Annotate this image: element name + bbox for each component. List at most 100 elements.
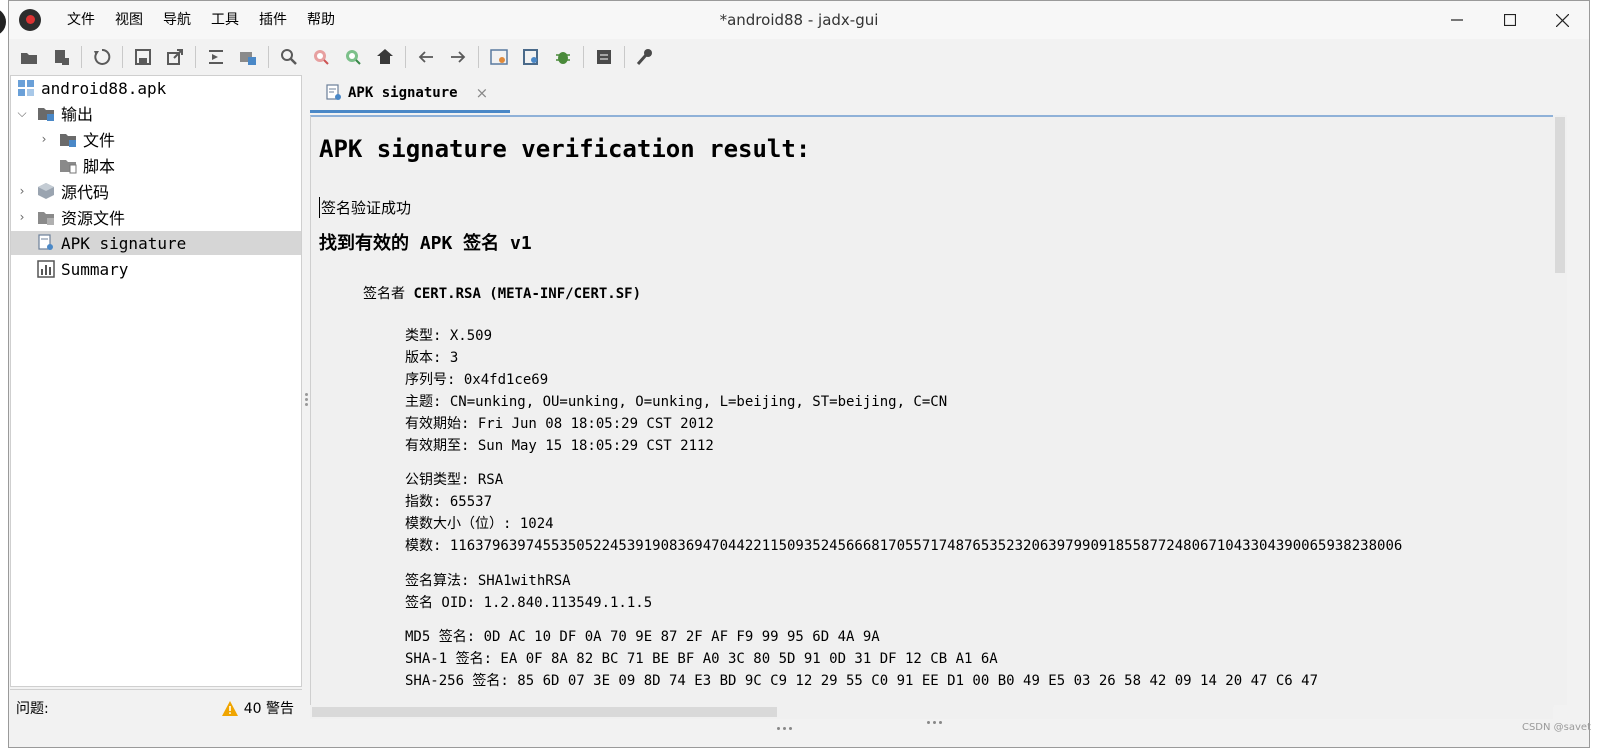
deobfuscation-button[interactable] [485, 43, 513, 71]
tree-item-summary[interactable]: Summary [11, 257, 301, 281]
editor-tabs: APK signature × [310, 75, 1588, 113]
signature-document: APK signature verification result: 签名验证成… [310, 115, 1554, 707]
log-viewer-button[interactable] [590, 43, 618, 71]
toolbar-separator [81, 46, 82, 68]
search-icon [281, 49, 297, 65]
chevron-right-icon[interactable]: › [37, 132, 51, 146]
tree-item-label: 脚本 [83, 157, 116, 176]
folder-scripts-icon [60, 160, 77, 174]
debug-button[interactable] [549, 43, 577, 71]
tree-item-label: 文件 [83, 131, 116, 150]
issues-label: 问题: [16, 701, 49, 717]
maximize-button[interactable] [1483, 1, 1536, 39]
save-button[interactable] [129, 43, 157, 71]
app-window: 文件 视图 导航 工具 插件 帮助 *android88 - jadx-gui andro… [8, 0, 1590, 748]
cert-field: 主题: CN=unking, OU=unking, O=unking, L=be… [405, 394, 948, 410]
cert-field: 公钥类型: RSA [405, 472, 504, 488]
preferences-button[interactable] [631, 43, 659, 71]
title-bar: 文件 视图 导航 工具 插件 帮助 *android88 - jadx-gui [9, 1, 1589, 39]
menu-item[interactable]: 帮助 [297, 1, 345, 39]
tree-item-source-code[interactable]: › 源代码 [11, 179, 301, 203]
desktop-edge [0, 0, 8, 755]
warning-icon [221, 700, 238, 716]
flatten-packages-button[interactable] [234, 43, 262, 71]
cert-field: SHA-256 签名: 85 6D 07 3E 09 8D 74 E3 BD 9… [405, 673, 1319, 689]
menu-item[interactable]: 视图 [105, 1, 153, 39]
tree-item-label: 输出 [61, 105, 94, 124]
toolbar [9, 39, 1589, 75]
forward-icon [451, 51, 466, 63]
tree-item-scripts[interactable]: 脚本 [11, 153, 301, 177]
preferences-icon [636, 49, 652, 65]
menu-item[interactable]: 导航 [153, 1, 201, 39]
jadx-logo-icon [19, 9, 41, 31]
vertical-scrollbar[interactable] [1553, 115, 1567, 705]
open-file-button[interactable] [15, 43, 43, 71]
chevron-right-icon[interactable]: › [15, 210, 29, 224]
toolbar-separator [195, 46, 196, 68]
export-button[interactable] [161, 43, 189, 71]
tree-item-resources[interactable]: › 资源文件 [11, 205, 301, 229]
menu-item[interactable]: 文件 [57, 1, 105, 39]
tab-label: APK signature [348, 84, 458, 101]
sync-button[interactable] [88, 43, 116, 71]
toolbar-separator [583, 46, 584, 68]
bottom-grip[interactable] [777, 727, 792, 730]
signer-line: 签名者 CERT.RSA (META-INF/CERT.SF) [363, 283, 641, 303]
horizontal-scrollbar[interactable] [310, 705, 1553, 719]
issues-bar: 问题: 40 警告 [10, 689, 302, 726]
home-button[interactable] [371, 43, 399, 71]
cert-field: 序列号: 0x4fd1ce69 [405, 372, 549, 388]
menu-item[interactable]: 工具 [201, 1, 249, 39]
cert-field: 签名 OID: 1.2.840.113549.1.1.5 [405, 595, 653, 611]
minimize-button[interactable] [1430, 1, 1483, 39]
menu-item[interactable]: 插件 [249, 1, 297, 39]
tree-item-apk-signature[interactable]: APK signature [11, 231, 301, 255]
tree-item-label: android88.apk [41, 78, 167, 98]
folder-files-icon [60, 134, 76, 147]
home-icon [377, 49, 393, 64]
chevron-down-icon[interactable]: ⌵ [15, 106, 29, 120]
save-icon [135, 49, 151, 65]
find-usage-button[interactable] [339, 43, 367, 71]
chevron-right-icon[interactable]: › [15, 184, 29, 198]
add-files-icon [55, 50, 69, 65]
sync-with-editor-button[interactable] [202, 43, 230, 71]
tree-item-label: 资源文件 [61, 209, 126, 228]
cert-field: 模数大小（位）: 1024 [405, 516, 554, 532]
forward-button[interactable] [444, 43, 472, 71]
horizontal-scroll-thumb[interactable] [312, 707, 777, 717]
warnings-indicator[interactable]: 40 警告 [221, 698, 294, 718]
certificate-icon [326, 83, 341, 100]
quick-tabs-icon [523, 49, 538, 65]
menu-bar: 文件 视图 导航 工具 插件 帮助 [57, 1, 345, 39]
quick-tabs-button[interactable] [517, 43, 545, 71]
tab-apk-signature[interactable]: APK signature × [310, 75, 510, 113]
tree-item-root[interactable]: android88.apk [11, 76, 301, 100]
panel-splitter[interactable] [305, 391, 309, 411]
tree-item-files[interactable]: › 文件 [11, 127, 301, 151]
back-button[interactable] [412, 43, 440, 71]
tree-item-output[interactable]: ⌵ 输出 [11, 101, 301, 125]
toolbar-separator [478, 46, 479, 68]
debug-icon [556, 52, 570, 64]
find-class-icon [314, 50, 329, 65]
add-files-button[interactable] [47, 43, 75, 71]
cert-field: 签名算法: SHA1withRSA [405, 573, 571, 589]
tree-item-label: 源代码 [61, 183, 110, 202]
search-button[interactable] [275, 43, 303, 71]
window-controls [1430, 1, 1589, 39]
flatten-packages-icon [240, 52, 256, 65]
back-icon [418, 51, 433, 63]
close-tab-icon[interactable]: × [476, 84, 489, 102]
page-title: APK signature verification result: [319, 135, 811, 163]
find-class-button[interactable] [307, 43, 335, 71]
cert-field: 类型: X.509 [405, 328, 493, 344]
open-file-icon [21, 53, 37, 64]
vertical-scroll-thumb[interactable] [1555, 117, 1565, 273]
close-window-button[interactable] [1536, 1, 1589, 39]
cert-field: 模数: 116379639745535052245391908369470442… [405, 538, 1403, 554]
panel-grip[interactable] [927, 721, 942, 724]
project-tree-panel: android88.apk ⌵ 输出 › 文件脚本 › 源代码 › 资源文件 APK signat… [10, 75, 302, 687]
